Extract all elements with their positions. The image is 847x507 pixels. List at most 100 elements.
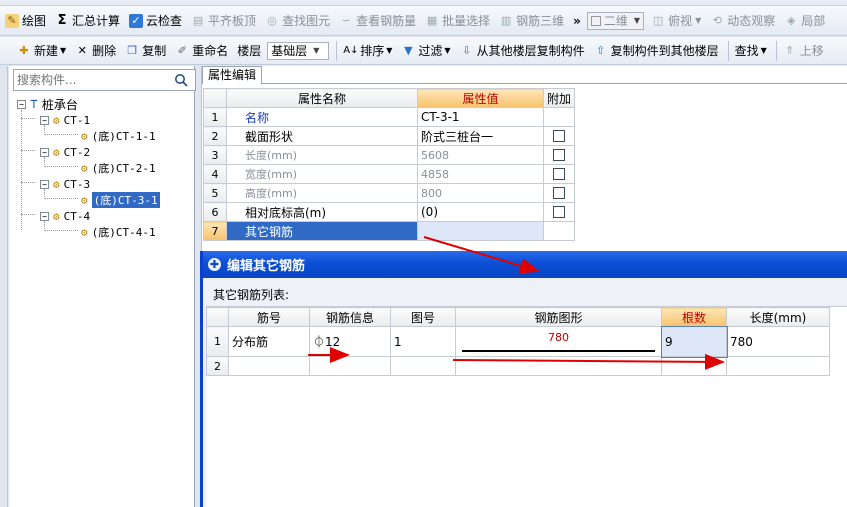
prop-value[interactable]: 800 [417,183,544,203]
batch-select-button[interactable]: ▦ 批量选择 [422,9,493,33]
rebar-shape-line [462,350,655,352]
collapse-icon[interactable]: − [40,179,49,189]
collapse-icon[interactable]: − [17,99,26,109]
chevron-down-icon: ▼ [695,16,702,25]
dialog-title-bar[interactable]: ✚ 编辑其它钢筋 [203,251,847,278]
prop-extra [543,126,575,146]
gear-icon: ⚙ [53,177,60,191]
rename-button[interactable]: ✐ 重命名 [172,39,231,63]
new-button[interactable]: ✚ 新建 ▼ [14,39,69,63]
table-row[interactable]: 4 宽度(mm) 4858 [203,164,575,184]
dynamic-view-button[interactable]: ⟲ 动态观察 [707,9,778,33]
prop-extra [543,107,575,127]
extra-checkbox[interactable] [553,187,565,199]
count-cell[interactable] [661,356,727,376]
collapse-icon[interactable]: − [40,115,49,125]
bar-info-cell[interactable] [309,356,391,376]
prop-value[interactable] [417,221,544,241]
table-row[interactable]: 5 高度(mm) 800 [203,183,575,203]
move-up-button[interactable]: ⇑ 上移 [780,39,827,63]
bar-no-cell[interactable]: 分布筋 [228,326,310,357]
chevron-down-icon: ▼ [760,46,767,55]
find-button[interactable]: 查找 ▼ [732,39,770,63]
sort-button[interactable]: A↓ 排序 ▼ [340,39,395,63]
view-mode-select[interactable]: 二维 ▼ [586,11,645,30]
row-number: 4 [203,164,227,184]
length-cell[interactable] [726,356,830,376]
rebar-grid-area: 筋号 钢筋信息 图号 钢筋图形 根数 长度(mm) 1 分布筋 ⏀12 1 78… [206,306,847,507]
table-row[interactable]: 1 分布筋 ⏀12 1 780 9 780 [206,325,830,358]
header-shape: 钢筋图形 [455,307,662,327]
fig-no-cell[interactable]: 1 [390,326,456,357]
search-input[interactable] [14,71,170,89]
table-row[interactable]: 3 长度(mm) 5608 [203,145,575,165]
table-row[interactable]: 6 相对底标高(m) (0) [203,202,575,222]
floor-select[interactable]: 基础层 ▼ [267,41,330,60]
prop-value[interactable]: 4858 [417,164,544,184]
filter-icon: ▼ [404,43,413,57]
tree-item-ct-2-1[interactable]: ⚙ (底)CT-2-1 [81,160,156,176]
summary-calc-button[interactable]: Σ 汇总计算 [52,9,123,33]
table-row-selected[interactable]: 7 其它钢筋 [203,221,575,241]
rebar-3d-button[interactable]: ▥ 钢筋三维 [496,9,567,33]
chevron-down-icon: ▼ [386,46,393,55]
gear-icon: ⚙ [53,113,60,127]
prop-extra [543,183,575,203]
draw-icon: ✎ [5,13,19,28]
cloud-check-button[interactable]: ✓ 云检查 [126,9,185,33]
delete-button[interactable]: ✕ 删除 [72,39,119,63]
extra-checkbox[interactable] [553,206,565,218]
row-number: 2 [206,356,229,376]
prop-extra [543,202,575,222]
find-element-button[interactable]: ◎ 查找图元 [262,9,333,33]
view-rebar-button[interactable]: ∽ 查看钢筋量 [336,9,419,33]
view-direction-button[interactable]: ◫ 俯视 ▼ [648,9,704,33]
flush-board-button[interactable]: ▤ 平齐板顶 [188,9,259,33]
filter-button[interactable]: ▼ 过滤 ▼ [398,39,453,63]
prop-value[interactable]: CT-3-1 [417,107,544,127]
extra-checkbox[interactable] [553,130,565,142]
tree-item-ct-3-1[interactable]: ⚙ (底)CT-3-1 [81,192,160,208]
copy-from-floor-button[interactable]: ⇩ 从其他楼层复制构件 [457,39,588,63]
tree-group-ct1[interactable]: − ⚙ CT-1 [40,112,90,128]
table-row[interactable]: 2 [206,356,830,376]
search-icon[interactable] [170,70,192,90]
collapse-icon[interactable]: − [40,147,49,157]
shape-cell[interactable]: 780 [455,326,662,357]
count-cell[interactable]: 9 [660,325,728,358]
fig-no-cell[interactable] [390,356,456,376]
table-row[interactable]: 2 截面形状 阶式三桩台一 [203,126,575,146]
length-cell[interactable]: 780 [726,326,830,357]
tree-group-ct2[interactable]: − ⚙ CT-2 [40,144,90,160]
row-number: 6 [203,202,227,222]
prop-value[interactable]: 5608 [417,145,544,165]
tree-root[interactable]: − ⊤ 桩承台 [17,96,78,112]
draw-button[interactable]: ✎ 绘图 [2,9,49,33]
copy-to-floor-button[interactable]: ⇧ 复制构件到其他楼层 [591,39,722,63]
tree-item-ct-1-1[interactable]: ⚙ (底)CT-1-1 [81,128,156,144]
copy-button[interactable]: ❐ 复制 [122,39,169,63]
bar-no-cell[interactable] [228,356,310,376]
copy-icon: ❐ [127,43,138,57]
prop-value[interactable]: (0) [417,202,544,222]
extra-checkbox[interactable] [553,149,565,161]
local-view-button[interactable]: ◈ 局部 [781,9,828,33]
toolbar-overflow-icon[interactable]: » [570,9,584,33]
prop-name: 长度(mm) [226,145,418,165]
tree-group-ct3[interactable]: − ⚙ CT-3 [40,176,90,192]
extra-checkbox[interactable] [553,168,565,180]
prop-value[interactable]: 阶式三桩台一 [417,126,544,146]
tree-item-ct-4-1[interactable]: ⚙ (底)CT-4-1 [81,224,156,240]
tree-line [44,134,78,135]
table-row[interactable]: 1 名称 CT-3-1 [203,107,575,127]
shape-cell[interactable] [455,356,662,376]
tab-property-edit[interactable]: 属性编辑 [202,66,263,84]
header-corner [203,88,227,108]
collapse-icon[interactable]: − [40,211,49,221]
tree-group-ct4[interactable]: − ⚙ CT-4 [40,208,90,224]
row-number: 3 [203,145,227,165]
gear-icon: ⚙ [53,145,60,159]
bar-info-cell[interactable]: ⏀12 [309,326,391,357]
binoculars-icon: ◎ [267,13,277,27]
header-prop-name: 属性名称 [226,88,418,108]
